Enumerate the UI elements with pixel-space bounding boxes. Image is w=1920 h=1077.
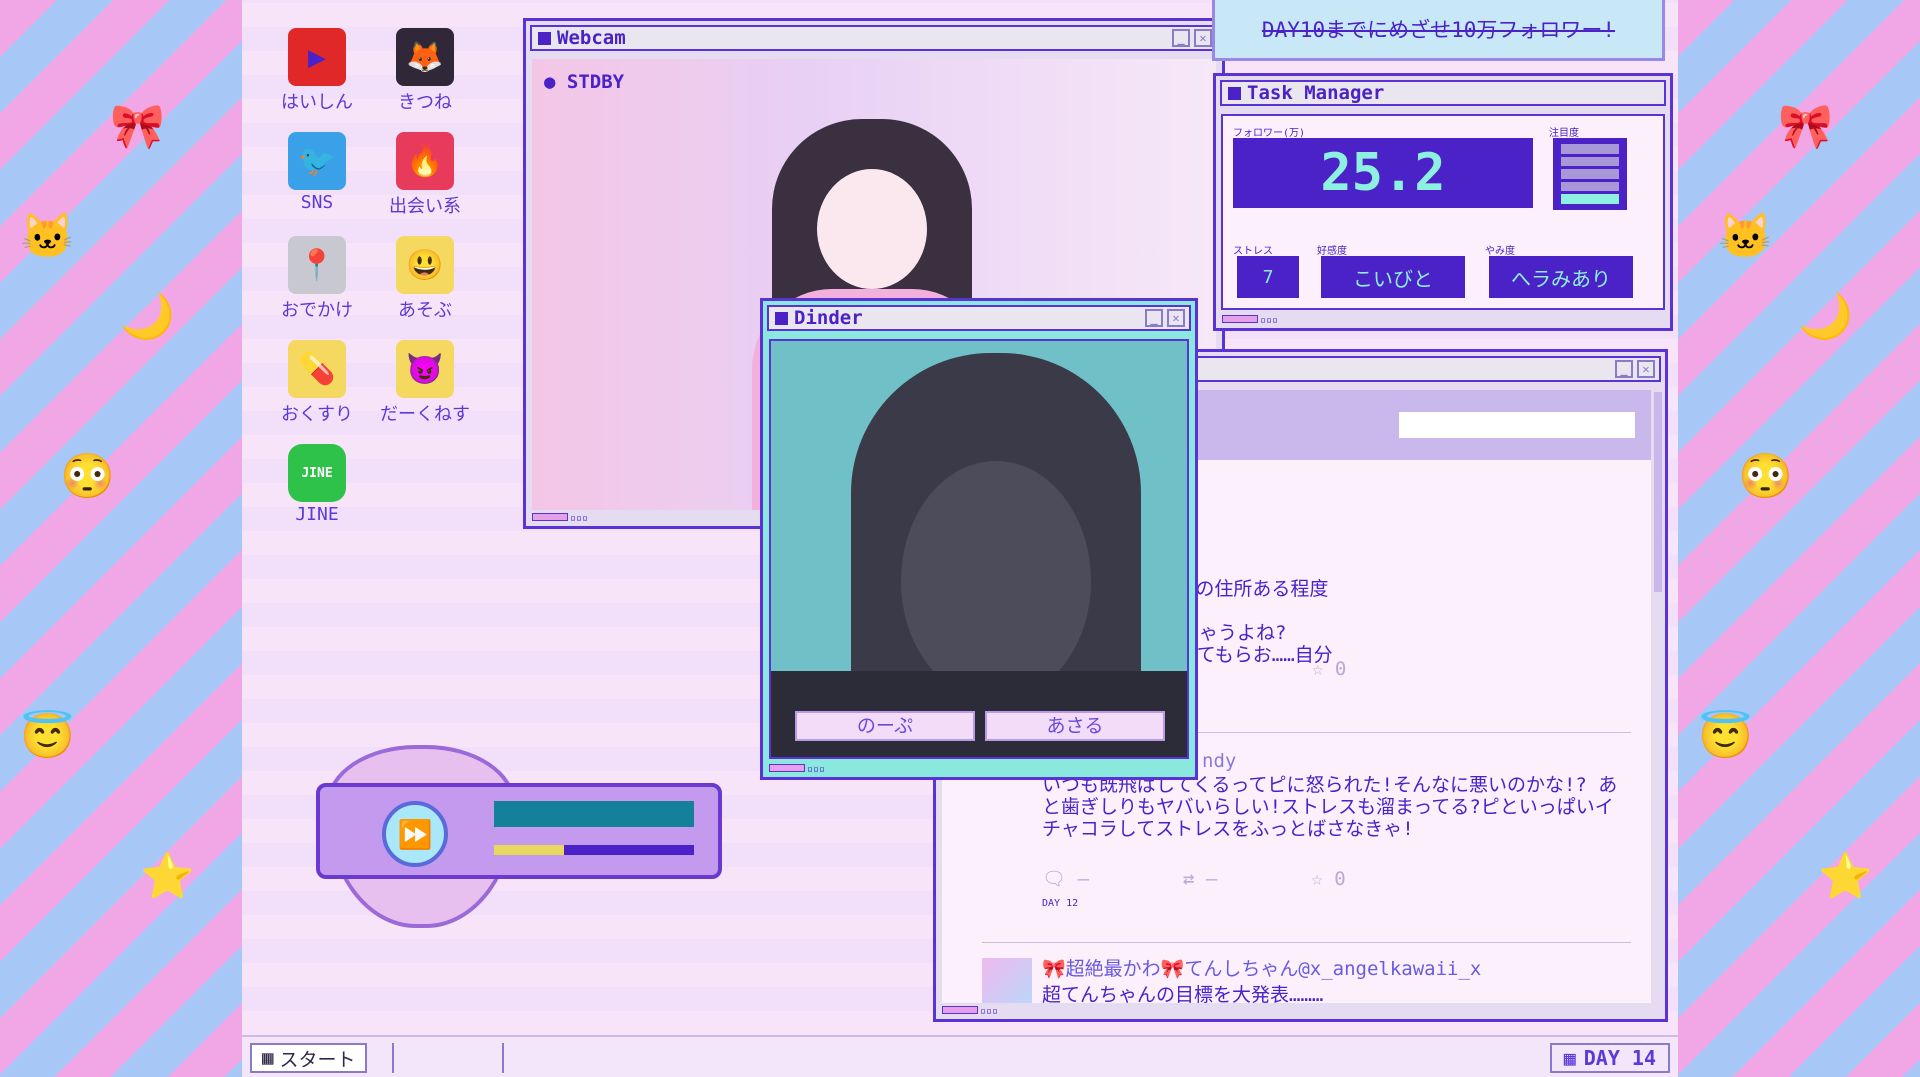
- fast-forward-button[interactable]: ⏩: [382, 801, 448, 867]
- dinder-titlebar[interactable]: Dinder _ ✕: [767, 305, 1191, 331]
- followers-value: 25.2: [1233, 138, 1533, 208]
- desktop-icon-label: JINE: [295, 504, 339, 525]
- post: いつも既飛ばしてくるってピに怒られた!そんなに悪いのかな!? あと歯ぎしりもヤバ…: [1042, 774, 1618, 840]
- music-player: ⏩: [316, 745, 722, 928]
- desktop-icon-label: あそぶ: [398, 300, 452, 321]
- map-pin-icon: 📍: [288, 236, 346, 294]
- window-title: Webcam: [557, 27, 626, 49]
- desktop-icon-video-play[interactable]: ▶ はいしん: [262, 28, 372, 114]
- pass-button[interactable]: のーぷ: [795, 711, 975, 741]
- desktop-icon-label: 出会い系: [389, 196, 461, 217]
- minimize-icon[interactable]: _: [1145, 309, 1163, 327]
- attention-meter: [1553, 138, 1627, 210]
- window-footer: ▫▫▫: [769, 764, 825, 775]
- like-icon[interactable]: ☆ 0: [1311, 868, 1345, 890]
- attention-bar-segment: [1561, 144, 1619, 154]
- close-icon[interactable]: ✕: [1167, 309, 1185, 327]
- video-play-icon: ▶: [288, 28, 346, 86]
- devil-folder-icon: 😈: [396, 340, 454, 398]
- desktop-icon-map-pin[interactable]: 📍 おでかけ: [262, 236, 372, 322]
- fox-mask-icon: 🦊: [396, 28, 454, 86]
- minimize-icon[interactable]: _: [1615, 360, 1633, 378]
- desktop-icon-devil-folder[interactable]: 😈 だーくねす: [370, 340, 480, 426]
- desktop-icon-label: きつね: [398, 92, 452, 113]
- start-button[interactable]: ▦ スタート: [250, 1043, 368, 1073]
- window-title: Task Manager: [1247, 82, 1385, 104]
- like-button[interactable]: あさる: [985, 711, 1165, 741]
- minimize-icon[interactable]: _: [1172, 29, 1190, 47]
- darkness-value: へラみあり: [1489, 256, 1633, 298]
- desktop-icon-label: SNS: [300, 192, 334, 213]
- day-counter: ▦ DAY 14: [1549, 1043, 1670, 1073]
- desktop-icon-label: はいしん: [281, 92, 353, 113]
- desktop-icon-label: おくすり: [281, 404, 353, 425]
- window-footer: ▫▫▫: [1222, 315, 1278, 326]
- start-icon: ▦: [262, 1047, 274, 1069]
- retweet-icon[interactable]: ⇄ —: [1183, 868, 1217, 890]
- task-manager-titlebar[interactable]: Task Manager: [1220, 80, 1666, 106]
- bird-icon: 🐦: [288, 132, 346, 190]
- window-footer: ▫▫▫: [942, 1006, 998, 1017]
- stress-value: 7: [1237, 256, 1299, 298]
- dinder-window[interactable]: Dinder _ ✕ のーぷ あさる ▫▫▫: [760, 298, 1198, 780]
- followers-label: フォロワー(万): [1233, 128, 1306, 139]
- close-icon[interactable]: ✕: [1637, 360, 1655, 378]
- post: 超てんちゃんの目標を大発表………: [1042, 984, 1324, 1003]
- progress-slider[interactable]: [494, 845, 694, 855]
- desktop-icon-fox-mask[interactable]: 🦊 きつね: [370, 28, 480, 114]
- taskbar: ▦ スタート ▦ DAY 14: [242, 1035, 1678, 1077]
- affection-value: こいびと: [1321, 256, 1465, 298]
- attention-bar-segment: [1561, 169, 1619, 179]
- goal-banner: DAY10までにめざせ10万フォロワー!: [1212, 0, 1665, 61]
- attention-bar-segment: [1561, 181, 1619, 192]
- stress-label: ストレス: [1233, 246, 1273, 257]
- desktop-icon-label: だーくねす: [380, 404, 470, 425]
- desktop-icon-bird[interactable]: 🐦 SNS: [262, 132, 372, 213]
- affection-label: 好感度: [1317, 246, 1347, 257]
- webcam-titlebar[interactable]: Webcam _ ✕: [530, 25, 1218, 51]
- window-title: Dinder: [794, 307, 863, 329]
- stream-status: ● STDBY: [544, 71, 625, 93]
- scrollbar[interactable]: [1654, 392, 1662, 592]
- task-manager-window[interactable]: Task Manager フォロワー(万) 25.2 注目度 ストレス 7 好感…: [1213, 73, 1673, 331]
- post-username[interactable]: ndy: [1202, 750, 1236, 772]
- desktop-icon-fire[interactable]: 🔥 出会い系: [370, 132, 480, 218]
- attention-bar-segment: [1561, 156, 1619, 167]
- search-box[interactable]: [1399, 412, 1635, 438]
- left-wallpaper: 🐱 🌙 😳 🎀 😇 ⭐: [0, 0, 242, 1077]
- close-icon[interactable]: ✕: [1194, 29, 1212, 47]
- track-display: [494, 801, 694, 827]
- post-day: DAY 12: [1042, 898, 1079, 909]
- profile-photo: のーぷ あさる: [769, 339, 1189, 759]
- desktop-icon-smiley-folder[interactable]: 😃 あそぶ: [370, 236, 480, 322]
- reply-icon[interactable]: 🗨 —: [1042, 868, 1089, 890]
- attention-label: 注目度: [1549, 128, 1579, 139]
- post-actions: 🗨 — ⇄ — ☆ 0: [1042, 868, 1442, 890]
- right-wallpaper: 🐱 🌙 😳 🎀 😇 ⭐: [1678, 0, 1920, 1077]
- chat-app-icon: JINE: [288, 444, 346, 502]
- like-count[interactable]: ☆ 0: [1312, 658, 1346, 680]
- fire-icon: 🔥: [396, 132, 454, 190]
- darkness-label: やみ度: [1485, 246, 1515, 257]
- calendar-icon: ▦: [1563, 1046, 1576, 1070]
- smiley-folder-icon: 😃: [396, 236, 454, 294]
- window-footer: ▫▫▫: [532, 513, 588, 524]
- avatar: [982, 958, 1032, 1003]
- attention-bar-segment: [1561, 194, 1619, 204]
- desktop-icon-pill-folder[interactable]: 💊 おくすり: [262, 340, 372, 426]
- post-username[interactable]: 🎀超絶最かわ🎀てんしちゃん@x_angelkawaii_x: [1042, 958, 1481, 980]
- desktop-icon-chat-app[interactable]: JINE JINE: [262, 444, 372, 525]
- desktop-icon-label: おでかけ: [281, 300, 353, 321]
- pill-folder-icon: 💊: [288, 340, 346, 398]
